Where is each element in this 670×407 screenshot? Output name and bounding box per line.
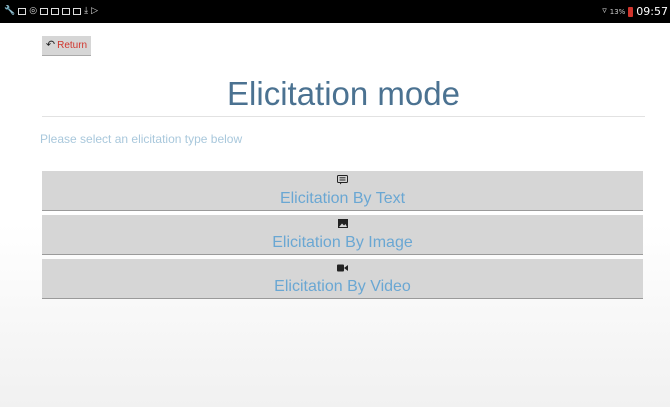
elicitation-image-label: Elicitation By Image	[272, 234, 413, 251]
play-store-icon: ▷	[91, 6, 98, 16]
notification-icon	[40, 8, 49, 15]
image-icon	[337, 219, 348, 229]
elicitation-video-label: Elicitation By Video	[274, 278, 411, 295]
battery-icon	[628, 6, 634, 17]
wifi-icon: ▿	[602, 6, 607, 16]
elicitation-image-button[interactable]: Elicitation By Image	[42, 215, 643, 255]
notification-icon	[62, 8, 71, 15]
title-divider	[42, 116, 645, 117]
clock-time: 09:57	[636, 5, 668, 18]
elicitation-text-label: Elicitation By Text	[279, 190, 406, 207]
video-camera-icon	[337, 263, 348, 273]
return-label: Return	[57, 40, 88, 51]
elicitation-video-button[interactable]: Elicitation By Video	[42, 259, 643, 299]
notification-icon	[51, 8, 60, 15]
page-subtitle: Please select an elicitation type below	[40, 132, 243, 146]
system-icons: ▿ 13% 09:57	[602, 5, 670, 18]
wrench-icon: 🔧	[4, 6, 16, 16]
page-title: Elicitation mode	[227, 75, 460, 112]
battery-percent: 13%	[609, 7, 626, 16]
notification-icon	[73, 8, 82, 15]
status-bar: 🔧 ◎ ⤓ ▷ ▿ 13% 09:57	[0, 0, 670, 23]
notification-icons: 🔧 ◎ ⤓ ▷	[0, 7, 98, 16]
text-message-icon	[337, 175, 348, 185]
elicitation-text-button[interactable]: Elicitation By Text	[42, 171, 643, 211]
return-button[interactable]: ↶ Return	[42, 36, 91, 56]
screenshot-icon	[18, 8, 27, 15]
return-arrow-icon: ↶	[45, 39, 56, 51]
download-icon: ⤓	[84, 6, 89, 16]
clock-icon: ◎	[29, 6, 38, 16]
